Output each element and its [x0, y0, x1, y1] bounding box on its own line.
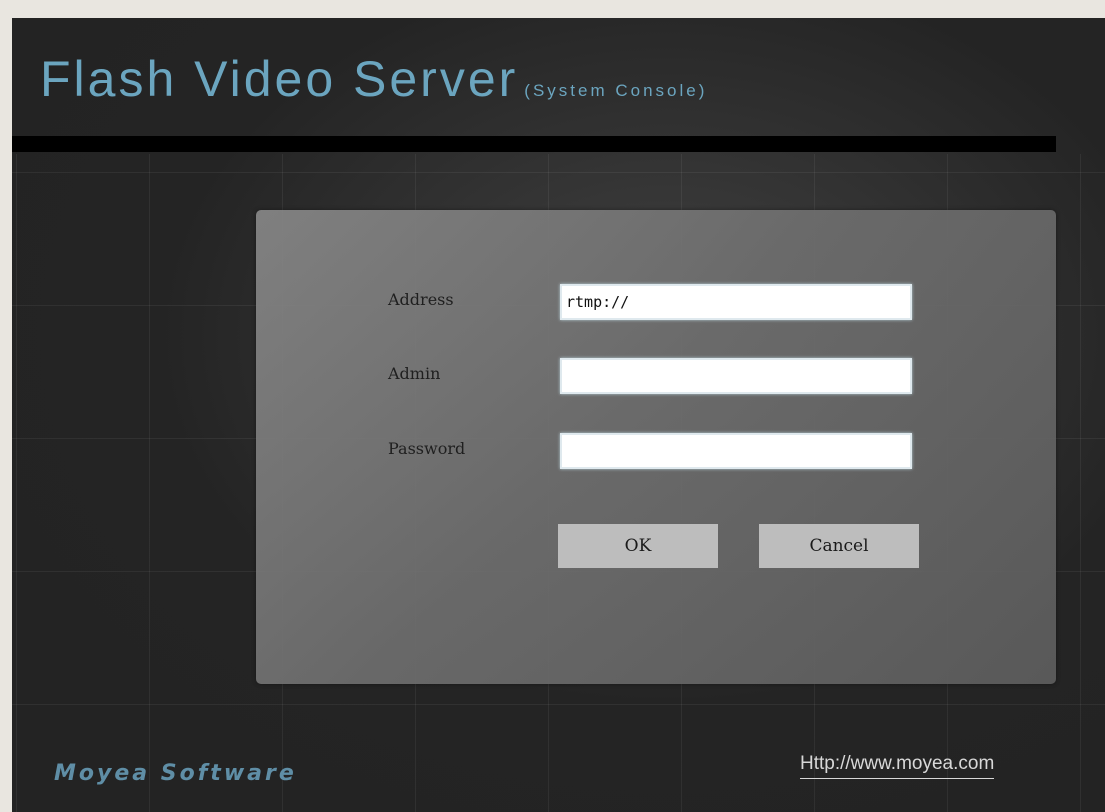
- admin-label: Admin: [388, 364, 441, 383]
- password-input[interactable]: [560, 433, 912, 469]
- app-title-text: Flash Video Server: [40, 51, 519, 107]
- login-panel: Address Admin Password OK Cancel: [256, 210, 1056, 684]
- website-link[interactable]: Http://www.moyea.com: [800, 753, 995, 779]
- ok-button[interactable]: OK: [558, 524, 718, 568]
- app-title: Flash Video Server (System Console): [40, 50, 707, 108]
- address-label: Address: [388, 290, 454, 309]
- app-subtitle: (System Console): [524, 81, 708, 100]
- app-window: Flash Video Server (System Console) Addre…: [12, 18, 1105, 812]
- password-label: Password: [388, 439, 466, 458]
- admin-input[interactable]: [560, 358, 912, 394]
- header: Flash Video Server (System Console): [12, 18, 1105, 154]
- brand-logo-text: Moyea Software: [54, 761, 297, 786]
- header-divider-bar: [12, 136, 1056, 152]
- cancel-button[interactable]: Cancel: [759, 524, 919, 568]
- address-input[interactable]: [560, 284, 912, 320]
